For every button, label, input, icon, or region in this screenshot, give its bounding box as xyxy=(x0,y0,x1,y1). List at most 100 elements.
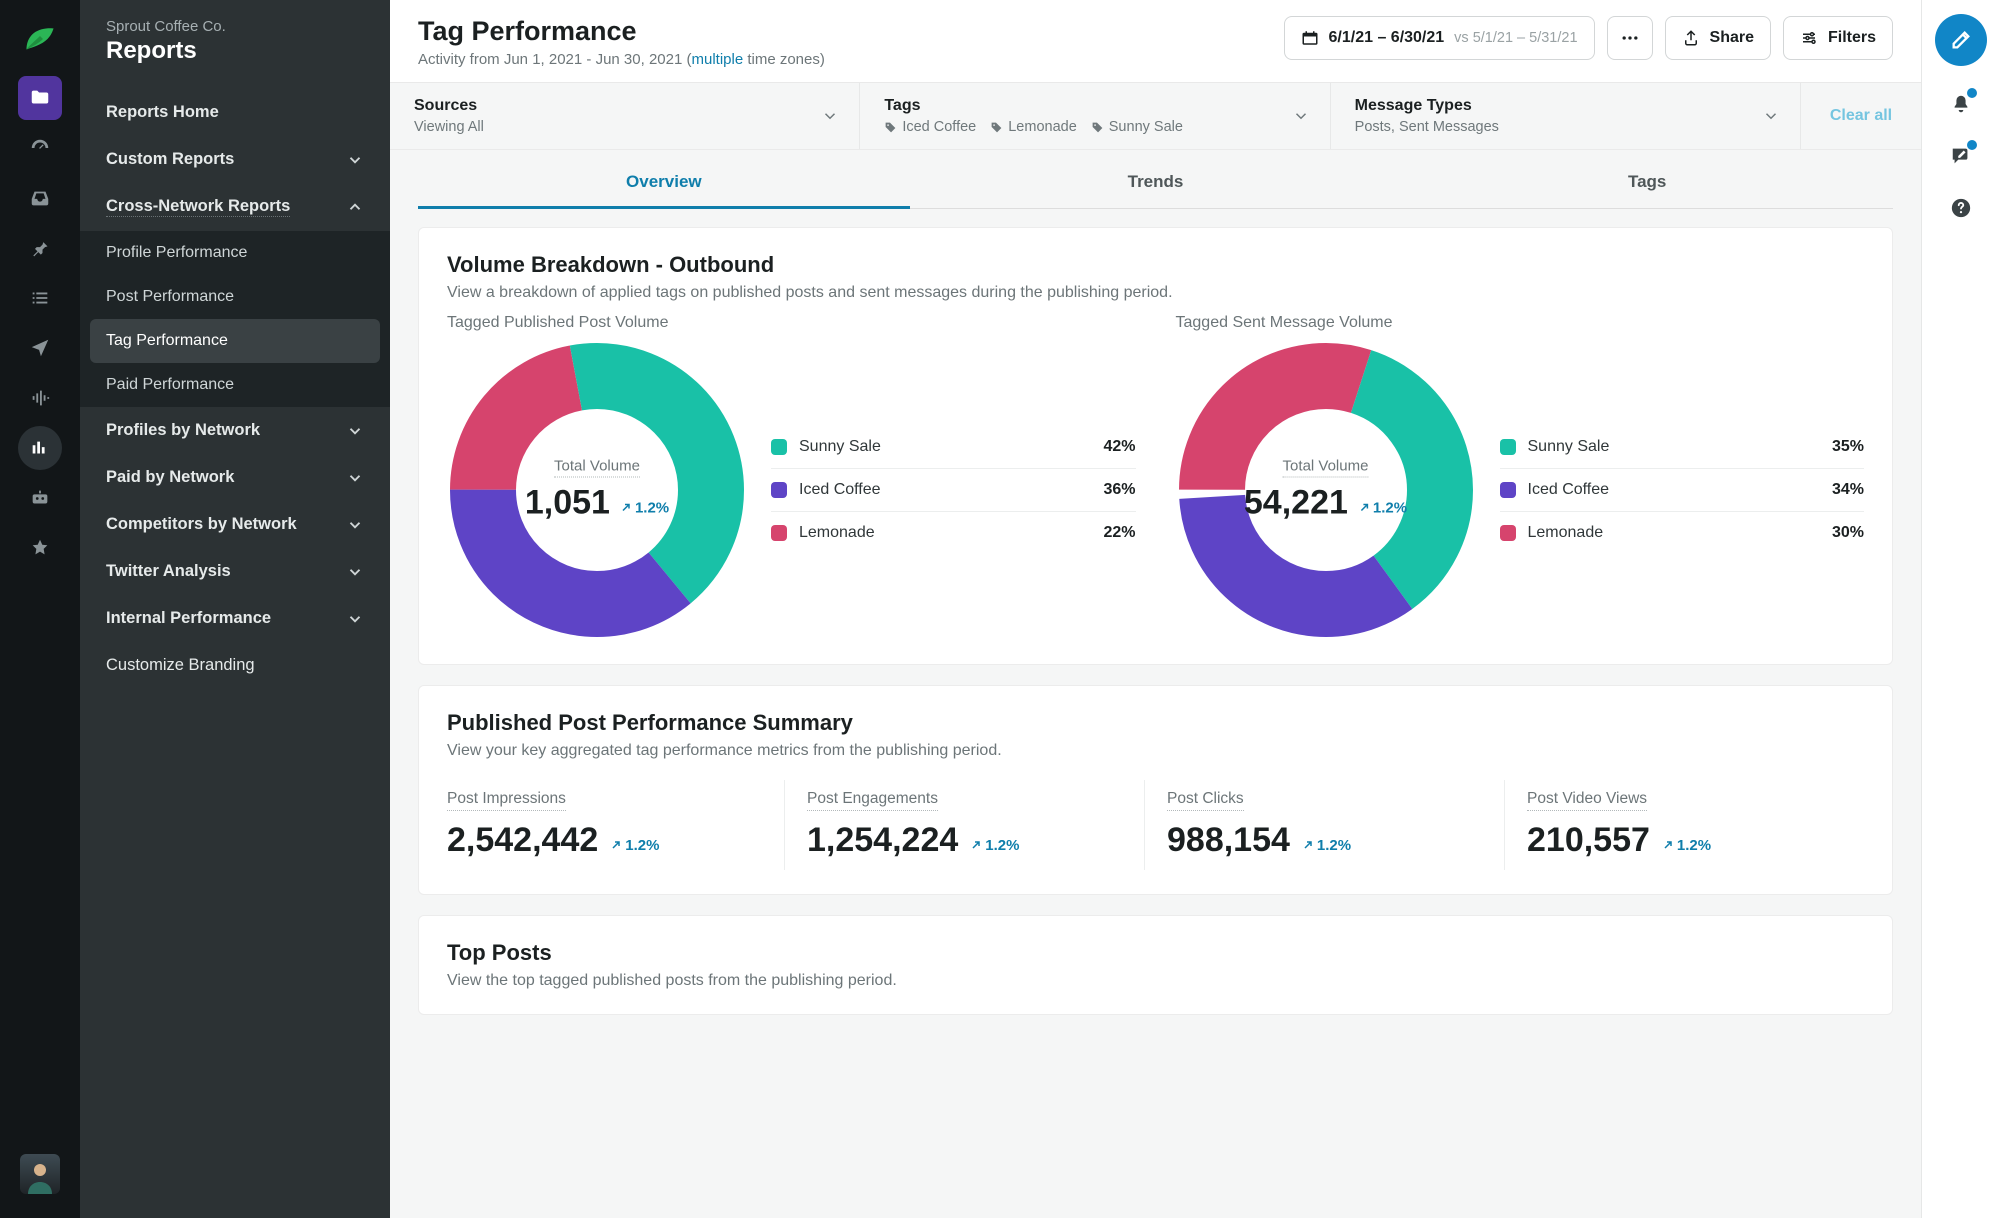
trend-up: 1.2% xyxy=(1302,837,1351,854)
sidebar-customize-branding[interactable]: Customize Branding xyxy=(80,642,390,689)
sidebar-competitors-by-network[interactable]: Competitors by Network xyxy=(80,501,390,548)
filter-value: Posts, Sent Messages xyxy=(1355,119,1776,135)
reports-sidebar: Sprout Coffee Co. Reports Reports Home C… xyxy=(80,0,390,1218)
sidebar-paid-by-network[interactable]: Paid by Network xyxy=(80,454,390,501)
page-subtitle: Activity from Jun 1, 2021 - Jun 30, 2021… xyxy=(418,51,825,68)
sidebar-internal-performance[interactable]: Internal Performance xyxy=(80,595,390,642)
msg-legend: Sunny Sale 35% Iced Coffee 34% Lemonade … xyxy=(1500,426,1865,554)
tab-tags[interactable]: Tags xyxy=(1401,160,1893,209)
report-tabs: Overview Trends Tags xyxy=(390,150,1921,209)
trend-up: 1.2% xyxy=(1662,837,1711,854)
filter-tags[interactable]: Tags Iced Coffee Lemonade Sunny Sale xyxy=(860,83,1330,149)
metric-label: Post Video Views xyxy=(1527,790,1647,811)
card-title: Published Post Performance Summary xyxy=(447,710,1864,736)
metric-value: 1,254,224 xyxy=(807,821,958,860)
filter-value: Viewing All xyxy=(414,119,835,135)
nav-analytics-icon[interactable] xyxy=(18,426,62,470)
card-subtitle: View a breakdown of applied tags on publ… xyxy=(447,284,1864,302)
volume-card: Volume Breakdown - Outbound View a break… xyxy=(418,227,1893,665)
trend-value: 1.2% xyxy=(625,837,659,854)
page-title: Tag Performance xyxy=(418,16,825,47)
nav-bot-icon[interactable] xyxy=(18,476,62,520)
date-range-button[interactable]: 6/1/21 – 6/30/21 vs 5/1/21 – 5/31/21 xyxy=(1284,16,1595,60)
filters-button[interactable]: Filters xyxy=(1783,16,1893,60)
sidebar-reports-home[interactable]: Reports Home xyxy=(80,89,390,136)
legend-row: Lemonade 22% xyxy=(771,512,1136,554)
share-label: Share xyxy=(1710,29,1754,47)
arrow-up-right-icon xyxy=(620,502,632,514)
sidebar-item-label: Reports Home xyxy=(106,103,219,122)
calendar-icon xyxy=(1301,29,1319,47)
user-avatar[interactable] xyxy=(20,1154,60,1194)
sidebar-cross-network[interactable]: Cross-Network Reports xyxy=(80,183,390,231)
company-name: Sprout Coffee Co. xyxy=(106,18,364,35)
sidebar-custom-reports[interactable]: Custom Reports xyxy=(80,136,390,183)
help-button[interactable] xyxy=(1947,194,1975,222)
metric-value: 988,154 xyxy=(1167,821,1290,860)
donut-heading: Tagged Published Post Volume xyxy=(447,314,1136,332)
trend-up: 1.2% xyxy=(1358,499,1407,516)
chevron-down-icon xyxy=(1292,107,1310,125)
chevron-down-icon xyxy=(346,469,364,487)
nav-send-icon[interactable] xyxy=(18,326,62,370)
feedback-button[interactable] xyxy=(1947,142,1975,170)
filter-value: Iced Coffee Lemonade Sunny Sale xyxy=(884,119,1305,135)
filter-label: Message Types xyxy=(1355,97,1776,115)
compose-button[interactable] xyxy=(1935,14,1987,66)
content-scroll[interactable]: Volume Breakdown - Outbound View a break… xyxy=(390,209,1921,1218)
donut-center: Total Volume 1,051 1.2% xyxy=(522,458,672,523)
nav-folder-icon[interactable] xyxy=(18,76,62,120)
share-button[interactable]: Share xyxy=(1665,16,1771,60)
clear-all-button[interactable]: Clear all xyxy=(1801,83,1921,149)
filters-label: Filters xyxy=(1828,29,1876,47)
brand-block: Sprout Coffee Co. Reports xyxy=(80,0,390,89)
nav-star-icon[interactable] xyxy=(18,526,62,570)
post-volume-block: Tagged Published Post Volume xyxy=(447,314,1136,640)
tab-trends[interactable]: Trends xyxy=(910,160,1402,209)
swatch-teal xyxy=(771,439,787,455)
swatch-teal xyxy=(1500,439,1516,455)
more-menu-button[interactable] xyxy=(1607,16,1653,60)
trend-value: 1.2% xyxy=(1317,837,1351,854)
nav-dashboard-icon[interactable] xyxy=(18,126,62,170)
card-subtitle: View your key aggregated tag performance… xyxy=(447,742,1864,760)
sidebar-tag-performance[interactable]: Tag Performance xyxy=(90,319,380,363)
nav-waveform-icon[interactable] xyxy=(18,376,62,420)
donut-heading: Tagged Sent Message Volume xyxy=(1176,314,1865,332)
activity-prefix-text: Activity from Jun 1, 2021 - Jun 30, 2021… xyxy=(418,51,691,68)
sprout-logo-icon[interactable] xyxy=(16,12,64,60)
nav-inbox-icon[interactable] xyxy=(18,176,62,220)
chevron-down-icon xyxy=(821,107,839,125)
arrow-up-right-icon xyxy=(610,839,622,851)
tag-label: Iced Coffee xyxy=(902,119,976,135)
legend-value: 35% xyxy=(1832,438,1864,456)
sidebar-profile-performance[interactable]: Profile Performance xyxy=(80,231,390,275)
filter-sources[interactable]: Sources Viewing All xyxy=(390,83,860,149)
nav-pin-icon[interactable] xyxy=(18,226,62,270)
tag-icon xyxy=(884,121,897,134)
date-range-main: 6/1/21 – 6/30/21 xyxy=(1329,29,1445,47)
right-rail xyxy=(1922,0,2000,1218)
sidebar-profiles-by-network[interactable]: Profiles by Network xyxy=(80,407,390,454)
notifications-button[interactable] xyxy=(1947,90,1975,118)
legend-row: Iced Coffee 34% xyxy=(1500,469,1865,512)
sidebar-item-label: Internal Performance xyxy=(106,609,271,628)
chevron-down-icon xyxy=(346,151,364,169)
nav-list-icon[interactable] xyxy=(18,276,62,320)
filter-message-types[interactable]: Message Types Posts, Sent Messages xyxy=(1331,83,1801,149)
tab-overview[interactable]: Overview xyxy=(418,160,910,209)
swatch-pink xyxy=(1500,525,1516,541)
top-posts-card: Top Posts View the top tagged published … xyxy=(418,915,1893,1015)
notification-badge xyxy=(1967,140,1977,150)
metric-engagements: Post Engagements 1,254,224 1.2% xyxy=(785,780,1145,870)
tag-chip: Iced Coffee xyxy=(884,119,976,135)
tag-label: Sunny Sale xyxy=(1109,119,1183,135)
sidebar-post-performance[interactable]: Post Performance xyxy=(80,275,390,319)
activity-multiple-link[interactable]: multiple xyxy=(691,51,743,68)
header-actions: 6/1/21 – 6/30/21 vs 5/1/21 – 5/31/21 Sha… xyxy=(1284,16,1893,60)
sidebar-twitter-analysis[interactable]: Twitter Analysis xyxy=(80,548,390,595)
arrow-up-right-icon xyxy=(1358,502,1370,514)
metric-label: Post Engagements xyxy=(807,790,938,811)
metric-video-views: Post Video Views 210,557 1.2% xyxy=(1505,780,1864,870)
sidebar-paid-performance[interactable]: Paid Performance xyxy=(80,363,390,407)
